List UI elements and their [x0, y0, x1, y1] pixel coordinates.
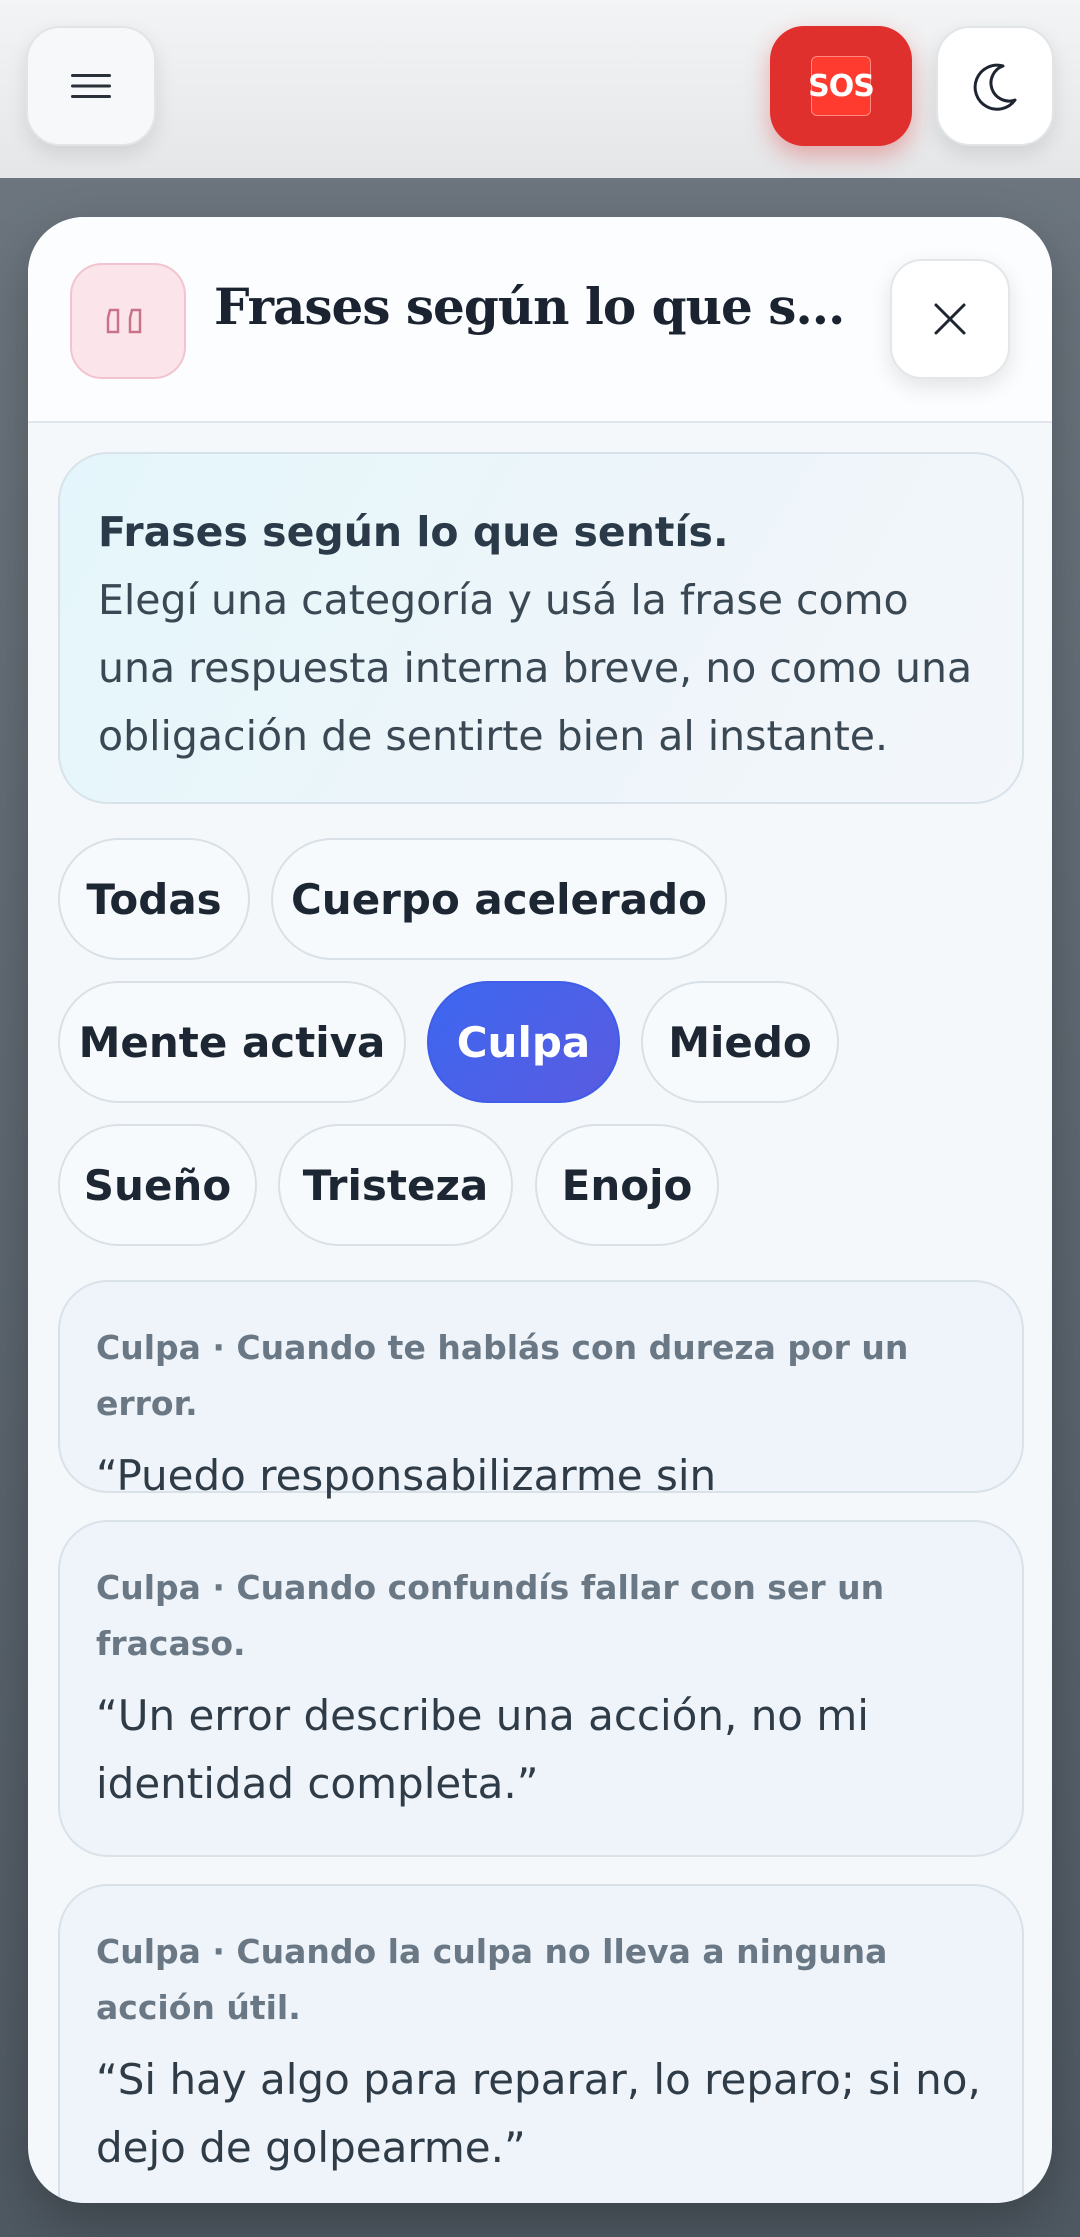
category-chip-enojo[interactable]: Enojo: [535, 1124, 719, 1246]
category-chip-tristeza[interactable]: Tristeza: [278, 1124, 513, 1246]
phrase-meta: Culpa · Cuando la culpa no lleva a ningu…: [96, 1932, 888, 2027]
close-button[interactable]: [890, 259, 1010, 379]
intro-body: Elegí una categoría y usá la frase como …: [98, 576, 973, 760]
category-chip-miedo[interactable]: Miedo: [641, 981, 839, 1103]
menu-button[interactable]: [26, 26, 156, 146]
modal-title: Frases según lo que se...: [214, 277, 874, 336]
phrase-meta: Culpa · Cuando confundís fallar con ser …: [96, 1568, 885, 1663]
theme-toggle-button[interactable]: [936, 26, 1054, 146]
quote-marks-icon: [70, 263, 186, 379]
category-chip-mente-activa[interactable]: Mente activa: [58, 981, 406, 1103]
sos-label: SOS: [808, 56, 875, 116]
modal-header: Frases según lo que se...: [28, 217, 1052, 423]
phrase-quote: “Un error describe una acción, no mi ide…: [96, 1691, 869, 1808]
intro-title: Frases según lo que sentís.: [98, 508, 729, 556]
moon-icon: [973, 63, 1017, 111]
phrase-quote: “Si hay algo para reparar, lo reparo; si…: [96, 2055, 981, 2172]
phrase-card[interactable]: Culpa · Cuando te hablás con dureza por …: [58, 1280, 1024, 1568]
close-icon: [934, 303, 966, 335]
category-chip-cuerpo-acelerado[interactable]: Cuerpo acelerado: [271, 838, 727, 960]
top-bar: SOS: [0, 0, 1080, 178]
category-chip-todas[interactable]: Todas: [58, 838, 250, 960]
phrase-meta: Culpa · Cuando te hablás con dureza por …: [96, 1328, 909, 1423]
phrases-modal: Frases según lo que se... Frases según l…: [28, 217, 1052, 2203]
hamburger-menu-icon: [71, 74, 111, 98]
category-chip-culpa[interactable]: Culpa: [427, 981, 620, 1103]
intro-panel: Frases según lo que sentís. Elegí una ca…: [58, 452, 1024, 804]
category-chip-sueno[interactable]: Sueño: [58, 1124, 257, 1246]
phrase-card[interactable]: Culpa · Cuando la culpa no lleva a ningu…: [58, 1884, 1024, 2203]
phrase-card[interactable]: Culpa · Cuando confundís fallar con ser …: [58, 1520, 1024, 1857]
sos-button[interactable]: SOS: [770, 26, 912, 146]
